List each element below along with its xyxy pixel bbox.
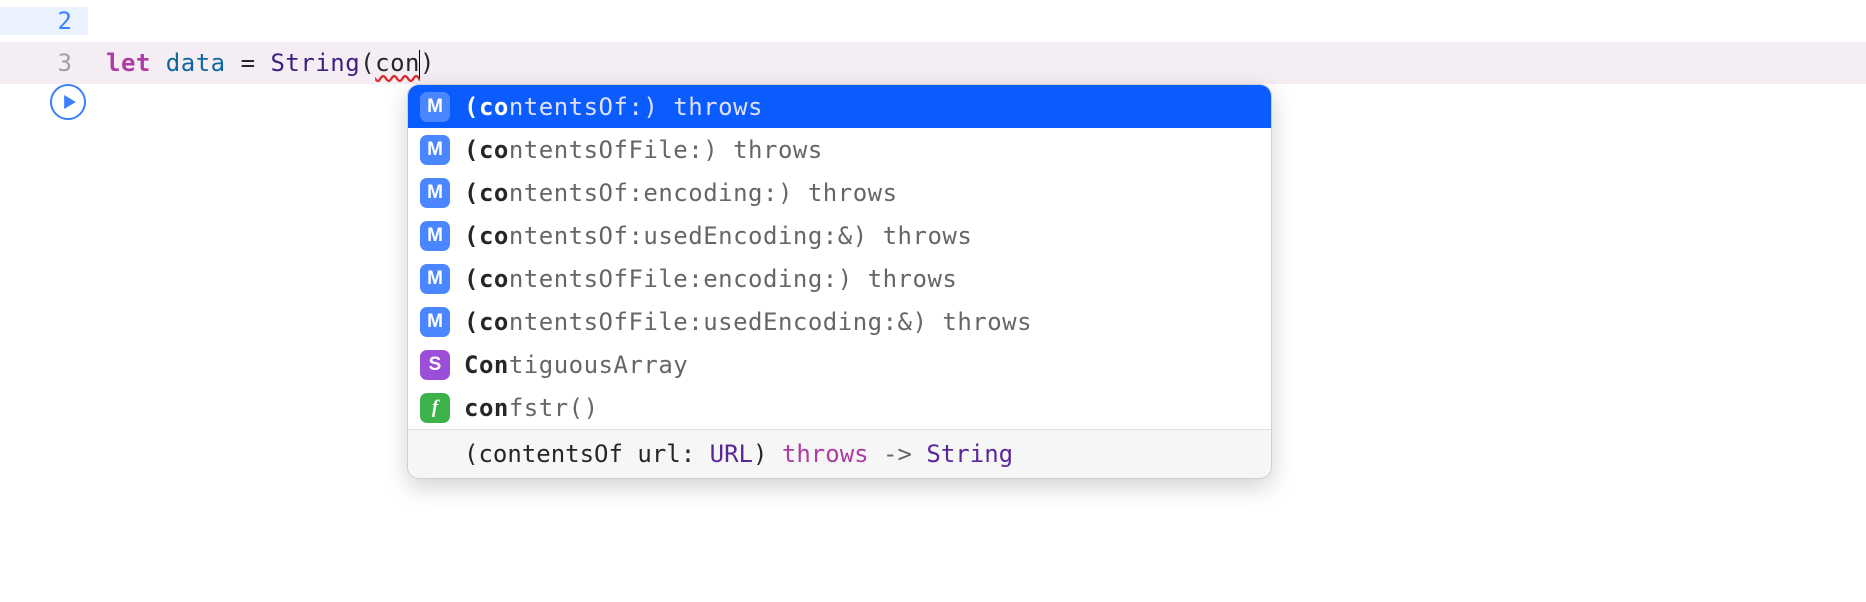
operator-equals: = bbox=[241, 49, 271, 77]
completion-signature: confstr() bbox=[464, 394, 599, 422]
variable-name: data bbox=[151, 49, 241, 77]
type-name: String bbox=[270, 49, 360, 77]
completion-rest: ntentsOf:usedEncoding:&) throws bbox=[509, 222, 972, 250]
completion-kind-icon: f bbox=[420, 393, 450, 423]
completion-item[interactable]: M (contentsOf:encoding:) throws bbox=[408, 171, 1271, 214]
signature-arrow: -> bbox=[869, 440, 927, 468]
signature-return-type: String bbox=[926, 440, 1013, 468]
completion-rest: tiguousArray bbox=[509, 351, 688, 379]
run-button[interactable] bbox=[50, 84, 86, 120]
completion-match: (co bbox=[464, 136, 509, 164]
completion-rest: fstr() bbox=[509, 394, 599, 422]
completion-item[interactable]: M (contentsOf:) throws bbox=[408, 85, 1271, 128]
completion-kind-icon: M bbox=[420, 264, 450, 294]
completion-kind-icon: M bbox=[420, 178, 450, 208]
completion-list[interactable]: M(contentsOf:) throwsM(contentsOfFile:) … bbox=[408, 85, 1271, 429]
code-editor[interactable]: 2 3 let data = String(con) M(contentsOf:… bbox=[0, 0, 1866, 84]
completion-match: (co bbox=[464, 93, 509, 121]
completion-signature: (contentsOf:usedEncoding:&) throws bbox=[464, 222, 972, 250]
completion-detail-footer: (contentsOf url: URL) throws -> String bbox=[408, 429, 1271, 478]
completion-item[interactable]: S ContiguousArray bbox=[408, 343, 1271, 386]
code-content[interactable]: let data = String(con) bbox=[88, 49, 435, 78]
completion-match: (co bbox=[464, 265, 509, 293]
editor-line: 2 bbox=[0, 0, 1866, 42]
completion-signature: ContiguousArray bbox=[464, 351, 688, 379]
completion-signature: (contentsOfFile:usedEncoding:&) throws bbox=[464, 308, 1032, 336]
completion-signature: (contentsOf:encoding:) throws bbox=[464, 179, 898, 207]
completion-rest: ntentsOf:) throws bbox=[509, 93, 763, 121]
editor-line-current: 3 let data = String(con) bbox=[0, 42, 1866, 84]
typed-text: con bbox=[375, 49, 420, 77]
completion-match: Con bbox=[464, 351, 509, 379]
completion-rest: ntentsOf:encoding:) throws bbox=[509, 179, 898, 207]
completion-item[interactable]: M (contentsOf:usedEncoding:&) throws bbox=[408, 214, 1271, 257]
line-number: 3 bbox=[0, 49, 88, 77]
autocomplete-popup[interactable]: M(contentsOf:) throwsM(contentsOfFile:) … bbox=[407, 84, 1272, 479]
completion-item[interactable]: M (contentsOfFile:) throws bbox=[408, 128, 1271, 171]
signature-prefix: (contentsOf url: bbox=[464, 440, 710, 468]
completion-kind-icon: M bbox=[420, 92, 450, 122]
signature-throws: throws bbox=[782, 440, 869, 468]
completion-match: (co bbox=[464, 222, 509, 250]
completion-signature: (contentsOf:) throws bbox=[464, 93, 763, 121]
completion-item[interactable]: fconfstr() bbox=[408, 386, 1271, 429]
play-icon bbox=[63, 95, 77, 109]
completion-kind-icon: M bbox=[420, 307, 450, 337]
signature-param-type: URL bbox=[710, 440, 753, 468]
completion-rest: ntentsOfFile:encoding:) throws bbox=[509, 265, 957, 293]
completion-item[interactable]: M (contentsOfFile:usedEncoding:&) throws bbox=[408, 300, 1271, 343]
completion-item[interactable]: M (contentsOfFile:encoding:) throws bbox=[408, 257, 1271, 300]
completion-signature: (contentsOfFile:encoding:) throws bbox=[464, 265, 957, 293]
completion-signature: (contentsOfFile:) throws bbox=[464, 136, 823, 164]
signature-mid: ) bbox=[753, 440, 782, 468]
line-number: 2 bbox=[0, 7, 88, 35]
completion-kind-icon: M bbox=[420, 221, 450, 251]
completion-rest: ntentsOfFile:usedEncoding:&) throws bbox=[509, 308, 1032, 336]
paren-open: ( bbox=[360, 49, 375, 77]
completion-kind-icon: S bbox=[420, 350, 450, 380]
completion-rest: ntentsOfFile:) throws bbox=[509, 136, 823, 164]
completion-match: (co bbox=[464, 308, 509, 336]
completion-match: (co bbox=[464, 179, 509, 207]
completion-match: con bbox=[464, 394, 509, 422]
keyword-let: let bbox=[106, 49, 151, 77]
paren-close: ) bbox=[420, 49, 435, 77]
completion-kind-icon: M bbox=[420, 135, 450, 165]
